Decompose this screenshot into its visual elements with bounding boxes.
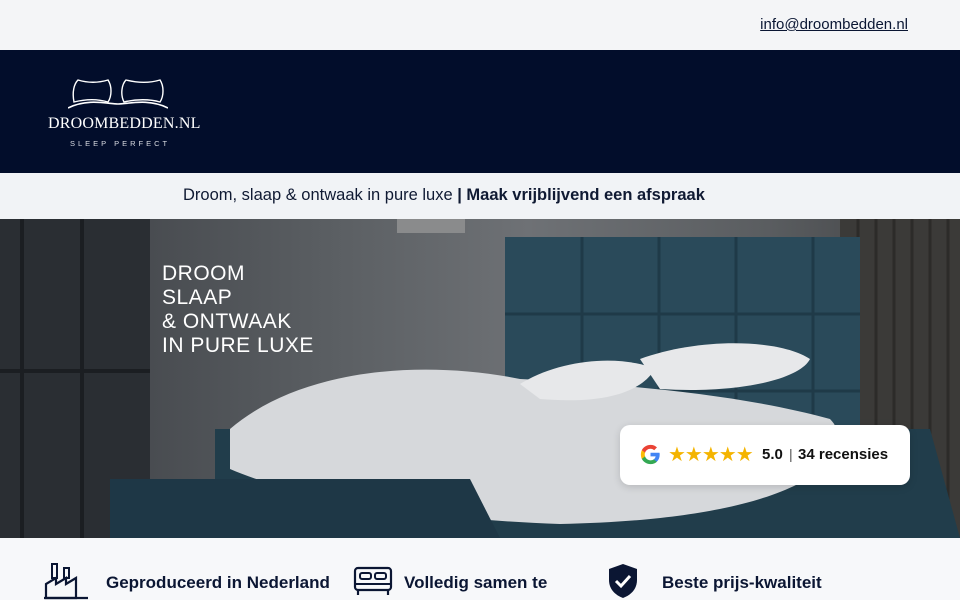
slogan-line: IN PURE LUXE xyxy=(162,334,314,357)
pillows-logo-icon xyxy=(68,79,168,109)
slogan-line: & ONTWAAK xyxy=(162,310,292,333)
factory-icon xyxy=(44,563,88,600)
google-icon xyxy=(640,444,660,465)
slogan-line: SLAAP xyxy=(162,286,233,309)
usp-label: Volledig samen te xyxy=(404,573,548,592)
appointment-link[interactable]: | Maak vrijblijvend een afspraak xyxy=(457,186,705,204)
hero-banner: DROOM SLAAP & ONTWAAK IN PURE LUXE xyxy=(0,219,960,538)
hero-slogan: DROOM SLAAP & ONTWAAK IN PURE LUXE xyxy=(162,262,314,358)
review-score: 5.0 xyxy=(762,446,783,463)
shield-check-icon xyxy=(609,564,637,598)
promo-slogan: Droom, slaap & ontwaak in pure luxe xyxy=(183,186,458,204)
usp-label: Beste prijs-kwaliteit xyxy=(662,573,822,592)
usp-label: Geproduceerd in Nederland xyxy=(106,573,330,592)
bed-photo xyxy=(0,219,960,538)
logo-name: DROOMBEDDEN.NL xyxy=(48,115,201,132)
top-bar: info@droombedden.nl xyxy=(0,0,960,50)
google-review-badge[interactable]: ★★★★★ 5.0 | 34 recensies xyxy=(620,425,910,485)
star-rating-icon: ★★★★★ xyxy=(668,444,754,466)
bed-icon xyxy=(353,566,393,595)
usp-bar: Geproduceerd in Nederland Volledig samen… xyxy=(0,538,960,600)
email-link[interactable]: info@droombedden.nl xyxy=(760,16,908,33)
site-header: DROOMBEDDEN.NL SLEEP PERFECT xyxy=(0,50,960,173)
promo-text: Droom, slaap & ontwaak in pure luxe | Ma… xyxy=(183,186,705,205)
promo-strip: Droom, slaap & ontwaak in pure luxe | Ma… xyxy=(0,173,960,219)
logo[interactable]: DROOMBEDDEN.NL SLEEP PERFECT xyxy=(48,74,201,154)
slogan-line: DROOM xyxy=(162,262,245,285)
logo-tagline: SLEEP PERFECT xyxy=(70,139,171,148)
review-count: 34 recensies xyxy=(798,446,889,463)
review-separator: | xyxy=(789,446,793,462)
